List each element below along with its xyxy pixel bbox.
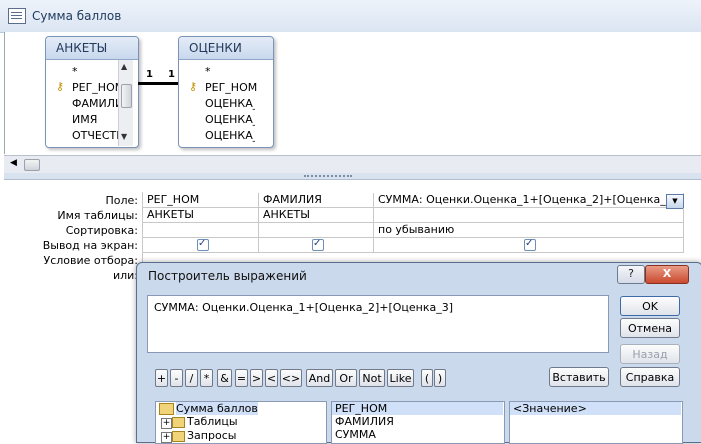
fields-list[interactable]: РЕГ_НОМ ФАМИЛИЯ СУММА: [331, 401, 505, 444]
window-titlebar: Сумма баллов: [0, 0, 701, 33]
label-field: Поле:: [105, 194, 138, 207]
pane-splitter[interactable]: [4, 173, 701, 180]
dialog-title: Построитель выражений: [148, 269, 307, 283]
cell-field-3[interactable]: СУММА: Оценки.Оценка_1+[Оценка_2]+[Оценк…: [374, 193, 684, 208]
values-list[interactable]: <Значение>: [509, 401, 683, 444]
scroll-down-icon[interactable]: ▼: [121, 132, 127, 141]
table-otsenki[interactable]: ОЦЕНКИ * ⚷ РЕГ_НОМ ОЦЕНКА_1 ОЦЕНКА_2 ОЦЕ…: [178, 36, 274, 148]
cell-show-2[interactable]: [259, 238, 374, 253]
op-plus-button[interactable]: +: [155, 369, 168, 387]
label-show: Вывод на экран:: [42, 239, 138, 252]
relation-line[interactable]: [138, 82, 178, 85]
dropdown-arrow-icon[interactable]: ▼: [666, 194, 684, 209]
op-minus-button[interactable]: -: [170, 369, 183, 387]
list-item-tables[interactable]: Таблицы: [187, 415, 238, 428]
cell-table-3[interactable]: [374, 208, 684, 223]
op-not-equal-button[interactable]: <>: [280, 369, 302, 387]
relation-left-label: 1: [146, 69, 153, 80]
list-item-queries[interactable]: Запросы: [187, 429, 236, 442]
list-item-value[interactable]: <Значение>: [510, 402, 681, 415]
cell-sort-2[interactable]: [259, 223, 374, 238]
expression-input[interactable]: СУММА: Оценки.Оценка_1+[Оценка_2]+[Оценк…: [147, 295, 609, 353]
scroll-thumb[interactable]: [121, 84, 132, 108]
list-item-reg-nom[interactable]: РЕГ_НОМ: [332, 402, 503, 415]
table-otsenki-title: ОЦЕНКИ: [189, 41, 242, 55]
list-item-summa[interactable]: СУММА: [335, 428, 376, 441]
relation-right-label: 1: [168, 69, 175, 80]
label-table: Имя таблицы:: [57, 209, 138, 222]
table-ankety-header[interactable]: АНКЕТЫ: [46, 37, 138, 60]
paste-button[interactable]: Вставить: [549, 367, 609, 387]
folder-icon: [172, 417, 185, 428]
scroll-left-icon[interactable]: ◀: [10, 158, 17, 168]
cell-field-1[interactable]: РЕГ_НОМ: [143, 193, 259, 208]
scroll-up-icon[interactable]: ▲: [121, 62, 127, 71]
cell-sort-1[interactable]: [143, 223, 259, 238]
list-item-query[interactable]: Сумма баллов: [176, 402, 258, 415]
table-ankety-scrollbar[interactable]: ▲ ▼: [118, 60, 133, 146]
op-multiply-button[interactable]: *: [200, 369, 213, 387]
splitter-grip[interactable]: [304, 175, 352, 179]
expression-builder-dialog[interactable]: Построитель выражений ? X СУММА: Оценки.…: [136, 262, 701, 444]
table-ankety-title: АНКЕТЫ: [56, 41, 108, 55]
field-all[interactable]: *: [72, 65, 78, 78]
op-greater-button[interactable]: >: [250, 369, 263, 387]
table-ankety[interactable]: АНКЕТЫ * ⚷ РЕГ_НОМ ФАМИЛИЯ ИМЯ ОТЧЕСТВО …: [45, 36, 139, 148]
ok-button[interactable]: OK: [620, 296, 680, 316]
label-or: или:: [112, 269, 138, 282]
field-reg-nom[interactable]: РЕГ_НОМ: [72, 81, 122, 94]
pane-horizontal-scrollbar[interactable]: ◀: [4, 155, 701, 174]
cell-show-3[interactable]: [374, 238, 684, 253]
field-familiya[interactable]: ФАМИЛИЯ: [72, 97, 122, 110]
field-otsenka-3[interactable]: ОЦЕНКА_3: [205, 129, 255, 142]
cell-field-2[interactable]: ФАМИЛИЯ: [259, 193, 374, 208]
folder-icon: [172, 431, 185, 442]
op-divide-button[interactable]: /: [185, 369, 198, 387]
cell-sort-3[interactable]: по убыванию: [374, 223, 684, 238]
table-icon: [8, 8, 26, 24]
op-less-button[interactable]: <: [265, 369, 278, 387]
help-button[interactable]: Справка: [620, 367, 680, 387]
field-otsenka-1[interactable]: ОЦЕНКА_1: [205, 97, 255, 110]
key-icon: ⚷: [189, 80, 198, 93]
op-like-button[interactable]: Like: [387, 369, 414, 387]
op-or-button[interactable]: Or: [335, 369, 357, 387]
op-equal-button[interactable]: =: [235, 369, 248, 387]
scroll-thumb[interactable]: [24, 159, 40, 171]
field-otchestvo[interactable]: ОТЧЕСТВО: [72, 129, 122, 142]
cell-table-2[interactable]: АНКЕТЫ: [259, 208, 374, 223]
grid-labels: Поле: Имя таблицы: Сортировка: Вывод на …: [4, 194, 138, 294]
op-open-paren-button[interactable]: (: [421, 369, 433, 387]
cancel-button[interactable]: Отмена: [620, 318, 680, 338]
plus-icon[interactable]: +: [161, 418, 172, 429]
label-criteria: Условие отбора:: [43, 254, 139, 267]
table-otsenki-header[interactable]: ОЦЕНКИ: [179, 37, 273, 60]
field-imya[interactable]: ИМЯ: [72, 113, 122, 126]
window-title: Сумма баллов: [32, 9, 122, 23]
show-checkbox-1[interactable]: [197, 238, 209, 251]
cell-show-1[interactable]: [143, 238, 259, 253]
show-checkbox-3[interactable]: [524, 238, 536, 251]
back-button[interactable]: Назад: [620, 344, 680, 364]
list-item-familiya[interactable]: ФАМИЛИЯ: [335, 415, 394, 428]
dialog-close-button[interactable]: X: [645, 265, 689, 284]
op-close-paren-button[interactable]: ): [434, 369, 446, 387]
plus-icon[interactable]: +: [161, 432, 172, 443]
label-sort: Сортировка:: [65, 224, 138, 237]
key-icon: ⚷: [56, 80, 65, 93]
op-not-button[interactable]: Not: [359, 369, 385, 387]
cell-table-1[interactable]: АНКЕТЫ: [143, 208, 259, 223]
show-checkbox-2[interactable]: [312, 238, 324, 251]
op-and-button[interactable]: And: [306, 369, 333, 387]
field-otsenka-2[interactable]: ОЦЕНКА_2: [205, 113, 255, 126]
dialog-help-button[interactable]: ?: [617, 265, 645, 284]
objects-list[interactable]: Сумма баллов + Таблицы + Запросы: [155, 401, 327, 444]
field-all[interactable]: *: [205, 65, 211, 78]
field-reg-nom[interactable]: РЕГ_НОМ: [205, 81, 267, 94]
folder-icon: [159, 403, 174, 415]
op-concat-button[interactable]: &: [217, 369, 232, 387]
